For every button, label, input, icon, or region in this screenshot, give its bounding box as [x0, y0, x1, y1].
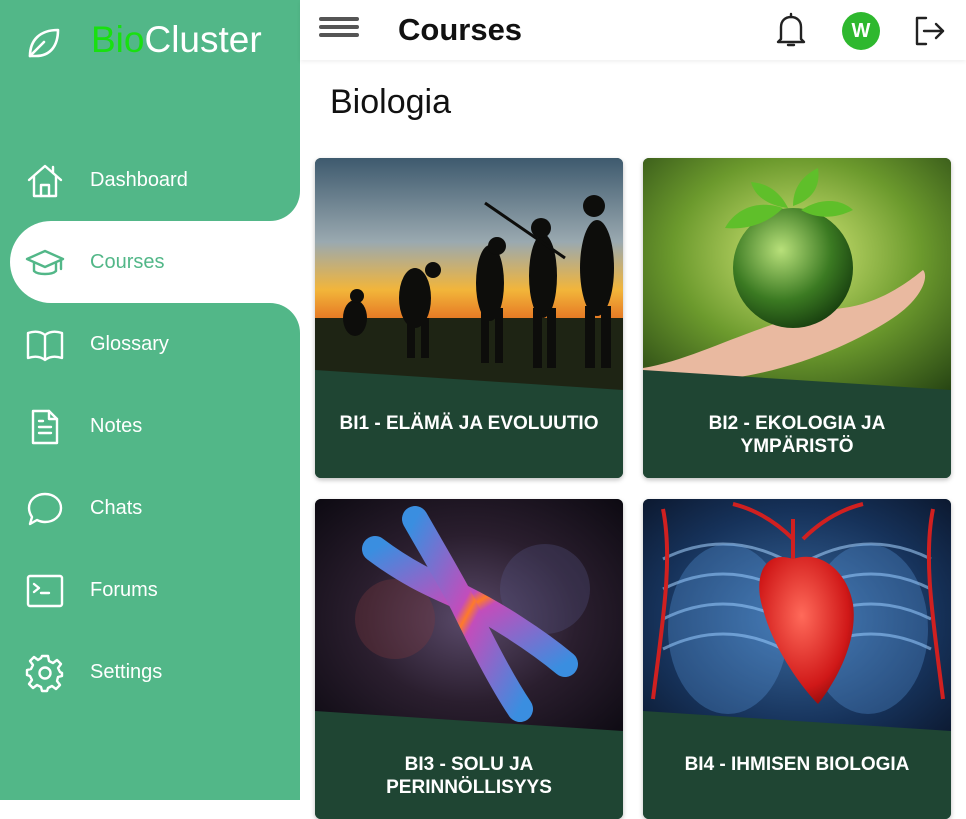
user-avatar[interactable]: W: [842, 12, 880, 50]
document-icon: [31, 409, 59, 445]
sidebar-item-label: Forums: [90, 579, 158, 601]
sidebar-item-settings[interactable]: Settings: [0, 631, 300, 713]
top-bar-title: Courses: [398, 12, 523, 47]
course-card-bi1[interactable]: BI1 - ELÄMÄ JA EVOLUUTIO: [315, 158, 623, 478]
sidebar-item-forums[interactable]: Forums: [0, 549, 300, 631]
home-icon: [27, 164, 63, 198]
course-title: BI1 - ELÄMÄ JA EVOLUUTIO: [339, 413, 599, 434]
book-icon: [26, 330, 64, 362]
course-title: BI2 - EKOLOGIA JA YMPÄRISTÖ: [708, 413, 886, 457]
brand-logo[interactable]: BioCluster: [24, 18, 262, 66]
sidebar-item-notes[interactable]: Notes: [0, 385, 300, 467]
leaf-icon: [28, 28, 60, 58]
bell-icon[interactable]: [774, 12, 808, 48]
sidebar: BioCluster Dashboard Courses Glossary No…: [0, 0, 300, 800]
brand-name: BioCluster: [91, 20, 262, 60]
brand-name-part1: Bio: [91, 19, 145, 60]
course-card-bi3[interactable]: BI3 - SOLU JA PERINNÖLLISYYS: [315, 499, 623, 819]
terminal-icon: [26, 574, 64, 608]
logout-icon[interactable]: [912, 14, 946, 48]
hamburger-menu-icon[interactable]: [319, 17, 359, 41]
sidebar-nav: Dashboard Courses Glossary Notes Chats F…: [0, 139, 300, 713]
brand-name-part2: Cluster: [144, 19, 262, 60]
sidebar-item-glossary[interactable]: Glossary: [0, 303, 300, 385]
sidebar-item-courses[interactable]: Courses: [10, 221, 300, 303]
chat-bubble-icon: [27, 492, 63, 526]
page-title: Biologia: [330, 83, 451, 121]
sidebar-item-dashboard[interactable]: Dashboard: [0, 139, 300, 221]
top-bar: Courses W: [300, 0, 966, 60]
sidebar-item-label: Dashboard: [90, 169, 188, 191]
sidebar-item-label: Courses: [90, 251, 165, 273]
course-title: BI4 - IHMISEN BIOLOGIA: [684, 754, 910, 775]
sidebar-item-label: Chats: [90, 497, 143, 519]
graduation-cap-icon: [25, 249, 65, 276]
sidebar-item-label: Glossary: [90, 333, 169, 355]
sidebar-item-label: Notes: [90, 415, 143, 437]
course-title: BI3 - SOLU JA PERINNÖLLISYYS: [386, 754, 552, 798]
sidebar-item-label: Settings: [90, 661, 163, 683]
gear-icon: [25, 654, 64, 693]
sidebar-item-chats[interactable]: Chats: [0, 467, 300, 549]
course-card-bi2[interactable]: BI2 - EKOLOGIA JA YMPÄRISTÖ: [643, 158, 951, 478]
course-card-bi4[interactable]: BI4 - IHMISEN BIOLOGIA: [643, 499, 951, 819]
